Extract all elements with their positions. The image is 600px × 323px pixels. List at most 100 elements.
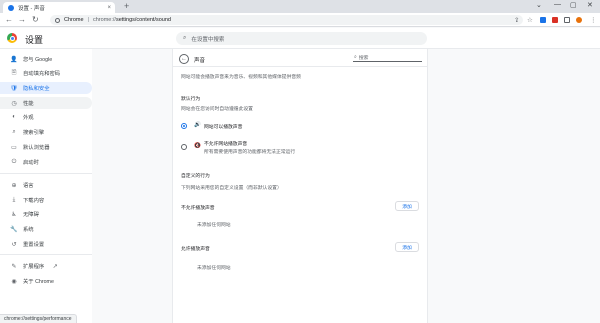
- sidebar-item-languages[interactable]: ⊕ 语言: [0, 179, 92, 191]
- extension-icon: ✎: [11, 263, 17, 270]
- performance-icon: ◷: [11, 100, 17, 107]
- sidebar-item-label: 下载内容: [23, 198, 45, 204]
- new-tab-button[interactable]: +: [124, 2, 129, 11]
- default-behavior-heading: 默认行为: [181, 97, 201, 102]
- page-search-input[interactable]: ⌕ 搜索: [353, 53, 422, 62]
- allowed-sites-heading: 允许播放声音: [181, 247, 210, 252]
- wrench-icon: 🔧: [10, 226, 18, 233]
- allow-sound-label[interactable]: 网站可以播放声音: [204, 123, 242, 130]
- sidebar-item-on-startup[interactable]: ⏻ 启动时: [0, 156, 92, 168]
- sidebar-item-label: 隐私和安全: [23, 86, 50, 92]
- chrome-site-icon: [55, 17, 60, 23]
- star-icon[interactable]: ☆: [527, 16, 533, 24]
- page-search-placeholder: 搜索: [358, 55, 369, 61]
- tab-strip: 设置 - 声音 × + ⌄ — ▢ ✕: [0, 0, 600, 13]
- allowed-empty-label: 未添加任何网站: [197, 266, 231, 271]
- default-behavior-description: 网站会在您访问时自动遵循此设置: [181, 107, 253, 112]
- sidebar-item-label: 启动时: [23, 160, 39, 166]
- sidebar-item-downloads[interactable]: ⤓ 下载内容: [0, 194, 92, 206]
- extension-red-icon[interactable]: [552, 17, 558, 23]
- blocked-sites-heading: 不允许播放声音: [181, 206, 215, 211]
- autofill-icon: 🗎: [11, 70, 17, 76]
- url-separator: |: [87, 17, 89, 23]
- sidebar-item-autofill[interactable]: 🗎 自动填充和密码: [0, 67, 92, 79]
- address-bar[interactable]: Chrome | chrome://settings/content/sound: [50, 15, 523, 25]
- forward-icon[interactable]: →: [18, 15, 26, 24]
- window-icon[interactable]: [564, 17, 570, 23]
- globe-icon: ⊕: [11, 182, 17, 189]
- add-blocked-site-button[interactable]: 添加: [395, 201, 419, 211]
- tab-search-icon[interactable]: ⌄: [536, 1, 542, 9]
- extension-icon[interactable]: [540, 17, 546, 23]
- sidebar-item-accessibility[interactable]: ♿ 无障碍: [0, 208, 92, 220]
- reset-icon: ↺: [11, 241, 17, 248]
- share-icon[interactable]: ⇪: [514, 16, 519, 24]
- back-icon[interactable]: ←: [5, 15, 13, 24]
- blocked-empty-label: 未添加任何网站: [197, 223, 231, 228]
- mute-icon: 🔇: [194, 143, 201, 149]
- chrome-icon: ◉: [11, 278, 17, 285]
- sidebar-item-default-browser[interactable]: ▭ 默认浏览器: [0, 141, 92, 153]
- sidebar-item-search-engine[interactable]: ⌕ 搜索引擎: [0, 126, 92, 138]
- add-allowed-site-button[interactable]: 添加: [395, 242, 419, 252]
- power-icon: ⏻: [11, 158, 17, 165]
- search-icon: ⌕: [354, 54, 357, 60]
- sidebar-divider: [0, 173, 92, 174]
- settings-search-placeholder: 在设置中搜索: [191, 36, 225, 43]
- browser-toolbar: ← → ↻ Chrome | chrome://settings/content…: [0, 13, 600, 27]
- settings-header: 设置 ⌕ 在设置中搜索: [0, 28, 600, 49]
- settings-title: 设置: [25, 35, 44, 45]
- url-text: chrome://settings/content/sound: [93, 17, 171, 23]
- custom-behavior-description: 下列网站采用您的自定义设置（而非默认设置）: [181, 186, 282, 191]
- status-bar: chrome://settings/performance: [0, 314, 77, 323]
- tab-settings-sound[interactable]: 设置 - 声音 ×: [3, 2, 115, 13]
- sidebar-item-label: 系统: [23, 227, 34, 233]
- person-icon: 👤: [10, 56, 18, 63]
- shield-icon: 🛡: [10, 85, 18, 92]
- back-arrow-icon[interactable]: ←: [179, 54, 189, 64]
- sidebar-divider: [0, 254, 92, 255]
- sound-settings-card: ← 声音 ⌕ 搜索 网站可能会播放声音来为音乐、视频和其他媒体提供音频 默认行为…: [172, 49, 428, 323]
- url-prefix: chrome://: [93, 17, 116, 23]
- sidebar-item-label: 语言: [23, 183, 34, 189]
- tab-close-icon[interactable]: ×: [107, 5, 111, 11]
- sidebar-item-you-and-google[interactable]: 👤 您与 Google: [0, 53, 92, 65]
- settings-search-input[interactable]: ⌕ 在设置中搜索: [176, 32, 427, 45]
- sidebar-item-label: 重置设置: [23, 242, 45, 248]
- card-divider: [173, 66, 427, 67]
- page-title: 声音: [194, 58, 206, 64]
- sidebar-item-appearance[interactable]: ◐ 外观: [0, 111, 92, 123]
- sidebar-item-label: 默认浏览器: [23, 145, 50, 151]
- browser-icon: ▭: [11, 144, 17, 151]
- maximize-button[interactable]: ▢: [570, 1, 577, 9]
- sidebar-item-extensions[interactable]: ✎ 扩展程序 ↗: [0, 260, 92, 272]
- minimize-button[interactable]: —: [554, 1, 561, 8]
- settings-favicon-icon: [8, 4, 14, 11]
- sidebar-item-performance[interactable]: ◷ 性能: [0, 97, 92, 109]
- site-label: Chrome: [64, 17, 84, 23]
- sidebar-item-label: 外观: [23, 115, 34, 121]
- allow-sound-radio[interactable]: [181, 123, 187, 129]
- search-icon: ⌕: [12, 128, 16, 135]
- sidebar-item-privacy[interactable]: 🛡 隐私和安全: [0, 82, 92, 94]
- sidebar-item-label: 自动填充和密码: [23, 71, 61, 77]
- sidebar-item-reset[interactable]: ↺ 重置设置: [0, 238, 92, 250]
- sidebar-item-about-chrome[interactable]: ◉ 关于 Chrome: [0, 275, 92, 287]
- speaker-icon: 🔊: [194, 122, 201, 128]
- profile-icon[interactable]: [576, 17, 582, 23]
- sidebar-item-system[interactable]: 🔧 系统: [0, 223, 92, 235]
- search-icon: ⌕: [183, 35, 187, 41]
- sidebar-item-label: 扩展程序: [23, 264, 45, 270]
- sidebar-item-label: 搜索引擎: [23, 130, 45, 136]
- sound-description: 网站可能会播放声音来为音乐、视频和其他媒体提供音频: [181, 75, 301, 80]
- sidebar-item-label: 无障碍: [23, 212, 39, 218]
- close-window-button[interactable]: ✕: [587, 1, 593, 9]
- block-sound-label[interactable]: 不允许网站播放声音: [204, 140, 247, 147]
- palette-icon: ◐: [12, 114, 16, 120]
- url-path: settings/content/sound: [115, 17, 171, 23]
- menu-icon[interactable]: ⋮: [590, 16, 597, 24]
- sidebar-item-label: 关于 Chrome: [23, 279, 54, 285]
- reload-icon[interactable]: ↻: [32, 15, 39, 24]
- block-sound-radio[interactable]: [181, 144, 187, 150]
- download-icon: ⤓: [12, 196, 16, 203]
